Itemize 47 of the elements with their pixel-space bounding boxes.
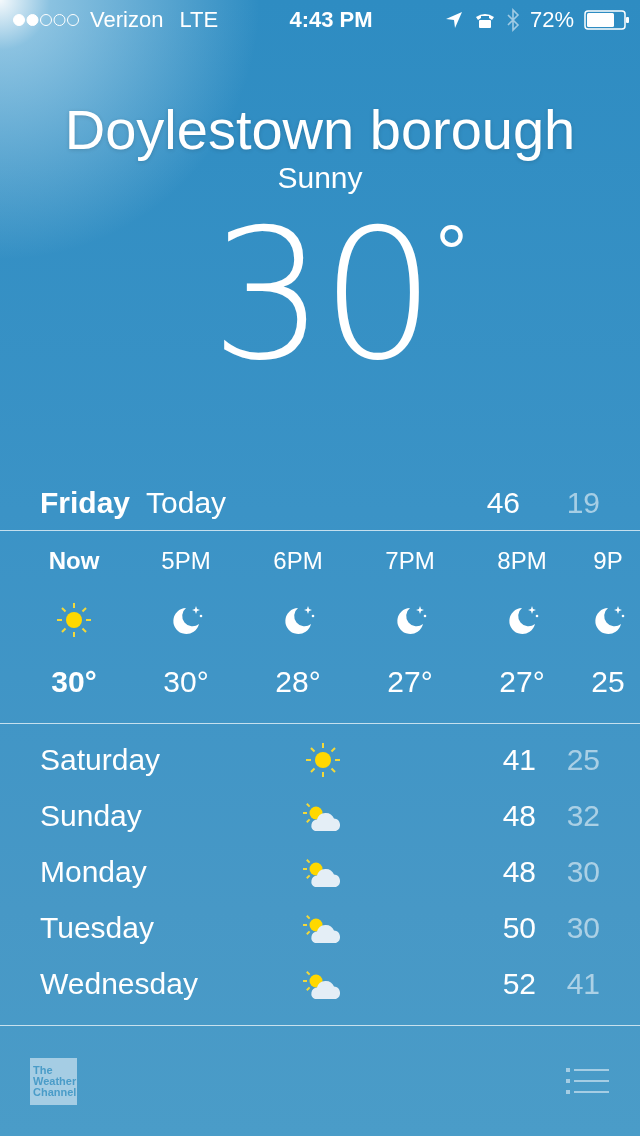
hour-temperature: 30° [163, 665, 209, 699]
low-temperature: 25 [565, 743, 600, 777]
hour-label: 7PM [385, 547, 435, 575]
weekday: Tuesday [40, 911, 155, 945]
hour-temperature: 28° [275, 665, 321, 699]
list-icon[interactable] [566, 1067, 610, 1095]
high-temperature: 48 [501, 855, 536, 889]
high-temperature: 52 [501, 967, 536, 1001]
hour-temperature: 27° [499, 665, 545, 699]
hour-temperature: 30° [51, 665, 97, 699]
weekday: Saturday [40, 743, 162, 777]
hour-label: 8PM [497, 547, 547, 575]
hour-label: 9P [593, 547, 623, 575]
low-temperature: 30 [565, 855, 600, 889]
high-temperature: 48 [501, 799, 536, 833]
low-temperature: 32 [565, 799, 600, 833]
weather-channel-logo[interactable]: The Weather Channel [30, 1057, 77, 1105]
degree-symbol: ° [435, 214, 468, 294]
sun-icon [54, 600, 94, 640]
signal-icon [12, 13, 80, 27]
weather-condition: Sunny [277, 161, 363, 196]
weekday: Monday [40, 855, 148, 889]
today-label: Today [146, 486, 227, 520]
telephone-icon [473, 11, 496, 29]
hour-label: 6PM [273, 547, 323, 575]
carrier-name: Verizon [90, 7, 164, 33]
hour-label: Now [48, 547, 100, 575]
weekday: Friday [40, 486, 131, 520]
low-temperature: 41 [565, 967, 600, 1001]
weekday: Sunday [40, 799, 143, 833]
low-temperature: 30 [565, 911, 600, 945]
high-temperature: 46 [485, 486, 520, 520]
hour-temperature: 25 [591, 665, 625, 699]
city-name: Doylestown borough [64, 98, 576, 162]
low-temperature: 19 [565, 486, 600, 520]
weekday: Wednesday [40, 967, 199, 1001]
battery-percent: 72% [529, 7, 574, 33]
sun-icon [303, 740, 343, 780]
high-temperature: 41 [501, 743, 536, 777]
hour-temperature: 27° [387, 665, 433, 699]
hour-label: 5PM [161, 547, 211, 575]
high-temperature: 50 [501, 911, 536, 945]
clock-time: 4:43 PM [289, 7, 373, 33]
bluetooth-icon [505, 8, 520, 32]
network-type: LTE [179, 7, 219, 33]
battery-icon [584, 10, 630, 30]
current-temperature: 30 [210, 200, 432, 390]
